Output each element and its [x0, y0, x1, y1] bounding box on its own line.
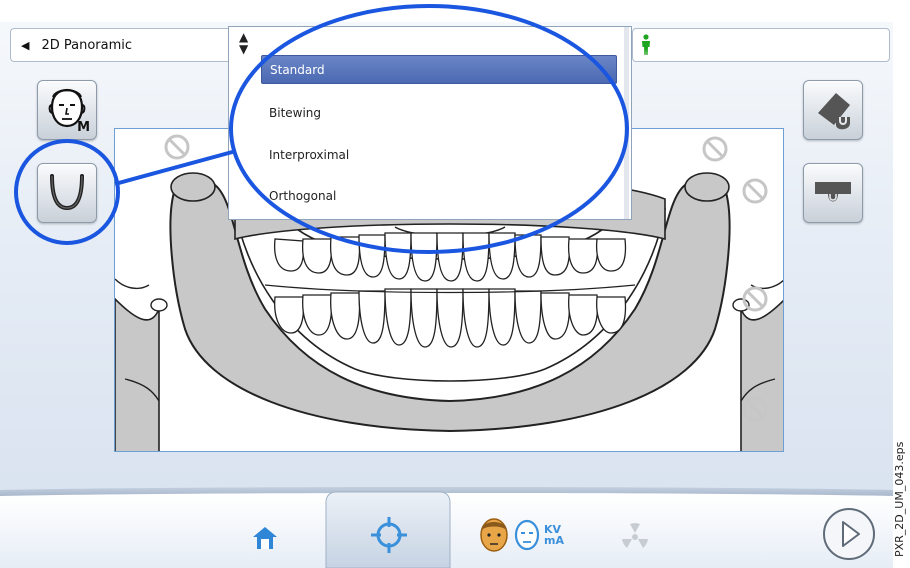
ma-label: mA: [544, 534, 564, 547]
exposure-tab[interactable]: [610, 512, 660, 562]
play-icon: [823, 508, 875, 560]
radiation-icon: [622, 523, 648, 548]
crosshair-icon: [371, 517, 407, 553]
bottom-toolbar: KV mA: [0, 478, 893, 568]
toolbar-background: [0, 487, 893, 568]
positioning-tab[interactable]: [364, 508, 414, 562]
dropdown-callout-ellipse: [229, 4, 629, 254]
callout-connector: [114, 149, 237, 186]
parameters-tab[interactable]: KV mA: [470, 508, 570, 562]
kv-ma-label: KV mA: [544, 524, 564, 546]
play-button[interactable]: [821, 506, 877, 562]
home-tab[interactable]: [240, 514, 290, 562]
blue-head-icon: [514, 519, 540, 551]
figure-caption: PXR_2D_UM_043.eps: [893, 441, 906, 557]
home-icon: [253, 527, 277, 549]
screen: ◀ 2D Panoramic M ▲ ▼ Standard Bitewing I…: [0, 0, 893, 568]
orange-head-icon: [480, 518, 508, 552]
arch-callout-circle: [14, 139, 120, 245]
